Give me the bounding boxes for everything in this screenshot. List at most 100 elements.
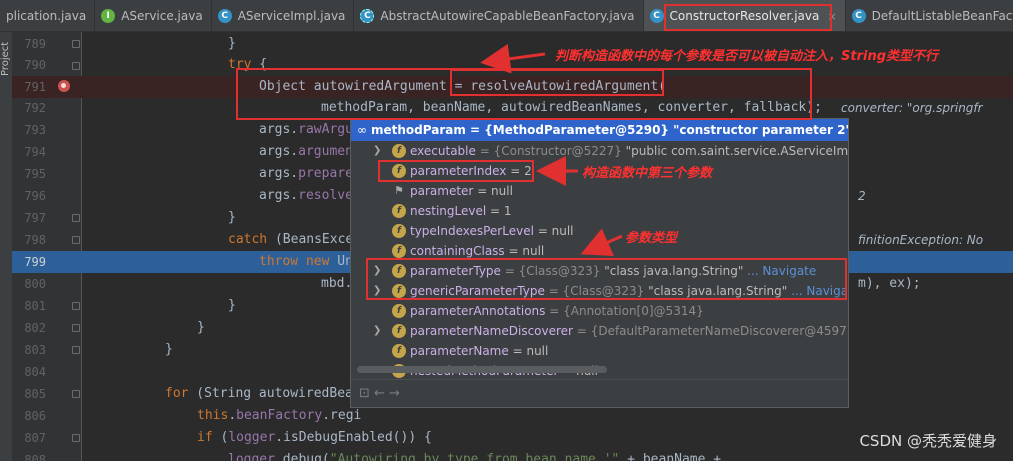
variable-text: parameterIndex = 2 [410,164,532,178]
tab-label: plication.java [6,9,87,23]
close-icon[interactable]: × [827,10,836,23]
variable-text: executable = {Constructor@5227} "public … [410,144,849,158]
variable-row-parameter-name-discoverer[interactable]: ❯ f parameterNameDiscoverer = {DefaultPara… [351,321,848,341]
expand-chevron-icon[interactable]: ❯ [373,261,381,281]
inline-debug-hint: converter: "org.springfr [841,101,983,115]
code-text: if (logger.isDebugEnabled()) { [197,430,432,445]
line-number: 804 [24,365,46,379]
code-text: try { [228,57,268,72]
variable-row-generic-parameter-type[interactable]: ❯ f genericParameterType = {Class@323} "cl… [351,281,848,301]
line-number: 791 [24,80,46,94]
variable-text: parameterNameDiscoverer = {DefaultParame… [410,324,849,338]
field-icon: f [392,224,406,238]
tab-label: AServiceImpl.java [237,9,346,23]
variable-text: containingClass = null [410,244,545,258]
field-icon: f [392,344,406,358]
tab-label: DefaultListableBeanFactory.java [871,9,1013,23]
expand-chevron-icon[interactable]: ❯ [373,281,381,301]
variable-text: parameterAnnotations = {Annotation[0]@53… [410,304,704,318]
field-icon: f [392,324,406,338]
tab-defaultlistablebeanfactory-java[interactable]: C DefaultListableBeanFactory.java [846,0,1013,31]
line-number: 793 [24,123,46,137]
code-text: args.argument [259,144,361,159]
annotation-parameter-type: 参数类型 [625,231,678,246]
code-text: logger.debug("Autowiring by type from be… [228,452,722,461]
watch-glasses-icon: ∞ [357,123,367,137]
line-number: 789 [24,37,46,51]
variable-row-executable[interactable]: ❯ f executable = {Constructor@5227} "publi… [351,141,848,161]
popup-header[interactable]: ∞ methodParam = {MethodParameter@5290} "c… [351,119,848,141]
fold-marker-icon[interactable] [72,390,80,398]
code-text: args.rawArgum [259,122,361,137]
line-number: 807 [24,431,46,445]
code-text: methodParam, beanName, autowiredBeanName… [321,100,822,115]
expand-chevron-icon[interactable]: ❯ [373,321,381,341]
line-number: 801 [24,299,46,313]
class-icon: C [649,9,664,23]
code-text: } [228,210,236,225]
navigate-link[interactable]: ... Navigate [791,284,848,298]
fold-marker-icon[interactable] [72,40,80,48]
navigate-link[interactable]: ... Navigate [747,264,816,278]
fold-marker-icon[interactable] [72,214,80,222]
code-text: } [197,320,205,335]
breakpoint-icon[interactable] [58,80,70,92]
variable-row-parameter[interactable]: ⚑ parameter = null [351,181,848,201]
code-line[interactable]: 806 this.beanFactory.regi [12,405,1013,427]
variable-row-containing-class[interactable]: f containingClass = null [351,241,848,261]
fold-marker-icon[interactable] [72,346,80,354]
line-number: 795 [24,167,46,181]
code-text: throw new Uns [259,254,361,269]
line-number: 808 [24,453,46,461]
line-number: 797 [24,211,46,225]
interface-icon: I [101,9,116,23]
horizontal-scrollbar[interactable] [357,366,607,373]
line-number: 796 [24,189,46,203]
project-tool-window-strip[interactable]: Project [0,32,12,461]
field-icon: f [392,164,406,178]
field-icon: f [392,304,406,318]
tab-abstractautowirecapablebeanfactory-java[interactable]: C AbstractAutowireCapableBeanFactory.java [354,0,644,31]
code-text: catch (BeansExcep [228,232,362,247]
variable-row-type-indexes-per-level[interactable]: f typeIndexesPerLevel = null [351,221,848,241]
inline-debug-hint: finitionException: No [858,233,984,247]
popup-nav-icons[interactable]: ⊡ ← → [359,386,400,401]
field-icon: f [392,284,406,298]
field-icon: f [392,204,406,218]
expand-chevron-icon[interactable]: ❯ [373,141,381,161]
variable-text: nestingLevel = 1 [410,204,512,218]
variable-text: parameterName = null [410,344,549,358]
tab-label: AService.java [121,9,203,23]
class-icon: C [217,9,232,23]
code-text: args.prepared [259,166,361,181]
fold-marker-icon[interactable] [72,302,80,310]
variable-row-parameter-name[interactable]: f parameterName = null [351,341,848,361]
fold-marker-icon[interactable] [72,324,80,332]
line-number: 798 [24,233,46,247]
code-line-breakpoint[interactable]: 791 Object autowiredArgument = resolveAut… [12,76,1013,98]
editor-tab-bar: plication.java I AService.java C AServiceImp… [0,0,1013,32]
tab-label: ConstructorResolver.java [669,9,820,23]
field-icon: f [392,244,406,258]
tab-plication-java[interactable]: plication.java [0,0,96,31]
annotation-autowire-note: 判断构造函数中的每个参数是否可以被自动注入，String类型不行 [555,49,939,64]
code-text: } [228,298,236,313]
variable-row-parameter-type[interactable]: ❯ f parameterType = {Class@323} "class jav… [351,261,848,281]
code-line[interactable]: 792 methodParam, beanName, autowiredBeanN… [12,97,1013,119]
project-label: Project [0,41,11,76]
line-number: 800 [24,277,46,291]
abstract-class-icon: C [360,9,375,23]
tab-constructorresolver-java[interactable]: C ConstructorResolver.java × [643,0,846,31]
flag-icon: ⚑ [394,184,404,197]
code-text: this.beanFactory.regi [197,408,362,423]
fold-marker-icon[interactable] [72,434,80,442]
fold-marker-icon[interactable] [72,62,80,70]
tab-aservice-java[interactable]: I AService.java [95,0,212,31]
variable-row-nesting-level[interactable]: f nestingLevel = 1 [351,201,848,221]
fold-marker-icon[interactable] [72,236,80,244]
variable-text: typeIndexesPerLevel = null [410,224,574,238]
popup-header-text: methodParam = {MethodParameter@5290} "co… [371,123,849,137]
line-number: 806 [24,409,46,423]
variable-row-parameter-annotations[interactable]: f parameterAnnotations = {Annotation[0]@5… [351,301,848,321]
tab-aserviceimpl-java[interactable]: C AServiceImpl.java [212,0,355,31]
